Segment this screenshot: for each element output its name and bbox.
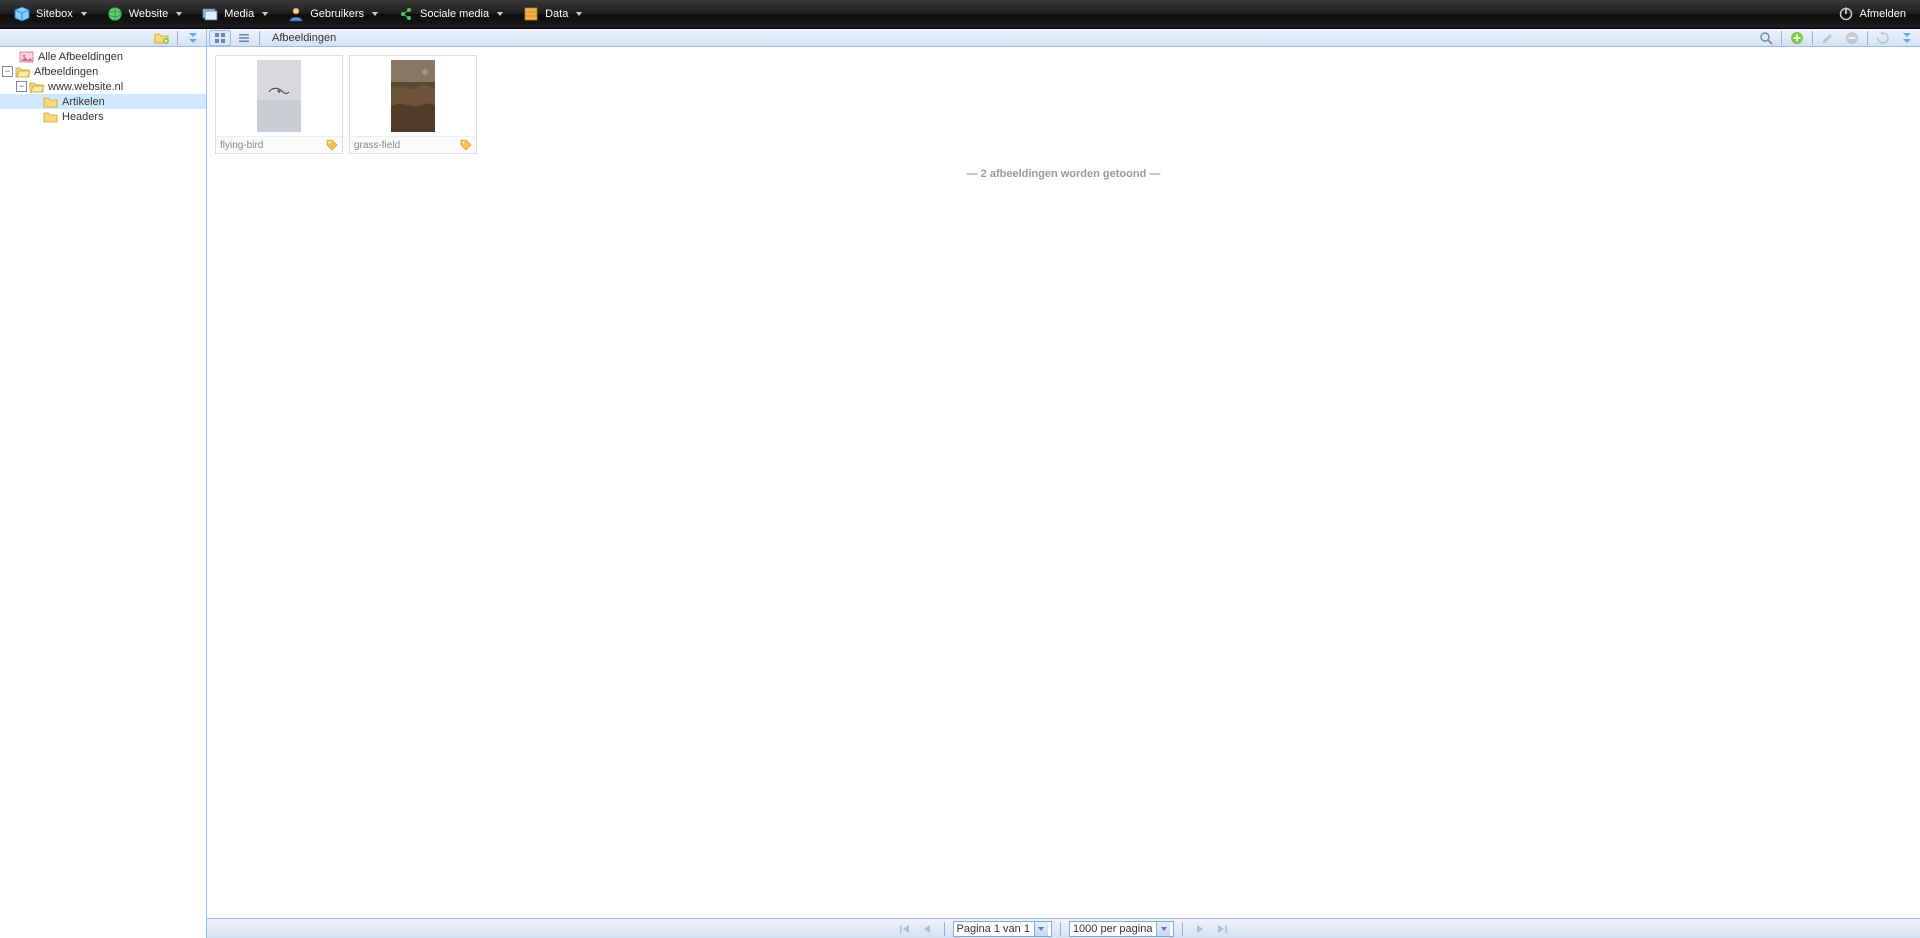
page-text: Pagina 1 van 1: [957, 923, 1030, 935]
folder-open-icon: [29, 80, 45, 94]
toolbar-separator: [1812, 31, 1813, 45]
tree-item-headers[interactable]: Headers: [0, 109, 206, 124]
menu-label: Website: [129, 8, 169, 20]
sidebar-toolbar: [0, 29, 206, 47]
next-page-button[interactable]: [1191, 921, 1209, 937]
thumbnail-image: [391, 60, 435, 132]
tree-item-afbeeldingen[interactable]: − Afbeeldingen: [0, 64, 206, 79]
gallery: flying-bird: [207, 47, 1920, 918]
menu-website[interactable]: Website: [97, 0, 193, 28]
last-page-button[interactable]: [1213, 921, 1231, 937]
menu-data[interactable]: Data: [513, 0, 592, 28]
edit-button[interactable]: [1817, 30, 1839, 46]
tree-item-website[interactable]: − www.website.nl: [0, 79, 206, 94]
per-page-select[interactable]: 1000 per pagina: [1069, 921, 1175, 937]
menu-label: Sitebox: [36, 8, 73, 20]
collapse-toggle[interactable]: −: [2, 66, 13, 77]
first-page-button[interactable]: [896, 921, 914, 937]
tag-icon: [460, 139, 472, 151]
folder-icon: [43, 110, 59, 124]
page-select[interactable]: Pagina 1 van 1: [953, 921, 1052, 937]
top-menubar: Sitebox Website Media Gebruikers Sociale…: [0, 0, 1920, 29]
dropdown-icon: [1156, 922, 1170, 936]
image-card[interactable]: flying-bird: [215, 55, 343, 154]
status-text: — 2 afbeeldingen worden getoond —: [215, 168, 1912, 180]
breadcrumb: Afbeeldingen: [264, 32, 1753, 44]
menu-label: Sociale media: [420, 8, 489, 20]
sidebar: Alle Afbeeldingen − Afbeeldingen − www.w…: [0, 29, 207, 938]
view-list-button[interactable]: [233, 30, 255, 46]
collapse-toggle[interactable]: −: [16, 81, 27, 92]
images-icon: [19, 50, 35, 64]
menu-media[interactable]: Media: [192, 0, 278, 28]
add-button[interactable]: [1786, 30, 1808, 46]
chevron-down-icon: [176, 12, 182, 16]
menu-sociale-media[interactable]: Sociale media: [388, 0, 513, 28]
folder-icon: [43, 95, 59, 109]
thumbnail-image: [257, 60, 301, 132]
expand-button[interactable]: [1896, 30, 1918, 46]
add-folder-button[interactable]: [151, 30, 173, 46]
tree-label: Headers: [62, 111, 104, 123]
tree-label: Artikelen: [62, 96, 105, 108]
per-page-text: 1000 per pagina: [1073, 923, 1153, 935]
tree-label: Alle Afbeeldingen: [38, 51, 123, 63]
logout-button[interactable]: Afmelden: [1828, 0, 1916, 28]
globe-icon: [107, 6, 123, 22]
refresh-button[interactable]: [1872, 30, 1894, 46]
tree-item-artikelen[interactable]: Artikelen: [0, 94, 206, 109]
social-icon: [398, 6, 414, 22]
tag-icon: [326, 139, 338, 151]
logout-label: Afmelden: [1860, 8, 1906, 20]
search-button[interactable]: [1755, 30, 1777, 46]
menu-sitebox[interactable]: Sitebox: [4, 0, 97, 28]
dropdown-icon: [1034, 922, 1048, 936]
image-label: grass-field: [354, 140, 400, 151]
toolbar-separator: [1867, 31, 1868, 45]
data-icon: [523, 6, 539, 22]
main-area: Alle Afbeeldingen − Afbeeldingen − www.w…: [0, 29, 1920, 938]
folder-tree: Alle Afbeeldingen − Afbeeldingen − www.w…: [0, 47, 206, 938]
chevron-down-icon: [81, 12, 87, 16]
view-grid-button[interactable]: [209, 30, 231, 46]
power-icon: [1838, 6, 1854, 22]
user-icon: [288, 6, 304, 22]
chevron-down-icon: [372, 12, 378, 16]
delete-button[interactable]: [1841, 30, 1863, 46]
content-area: Afbeeldingen: [207, 29, 1920, 938]
collapse-button[interactable]: [182, 30, 204, 46]
pager: Pagina 1 van 1 1000 per pagina: [207, 918, 1920, 938]
image-card[interactable]: grass-field: [349, 55, 477, 154]
media-icon: [202, 6, 218, 22]
menu-gebruikers[interactable]: Gebruikers: [278, 0, 388, 28]
menu-label: Media: [224, 8, 254, 20]
toolbar-separator: [1781, 31, 1782, 45]
folder-open-icon: [15, 65, 31, 79]
menu-label: Gebruikers: [310, 8, 364, 20]
tree-label: Afbeeldingen: [34, 66, 98, 78]
image-label: flying-bird: [220, 140, 263, 151]
toolbar-separator: [1182, 922, 1183, 936]
toolbar-separator: [944, 922, 945, 936]
chevron-down-icon: [262, 12, 268, 16]
chevron-down-icon: [576, 12, 582, 16]
toolbar-separator: [177, 31, 178, 45]
prev-page-button[interactable]: [918, 921, 936, 937]
toolbar-separator: [259, 31, 260, 45]
menu-label: Data: [545, 8, 568, 20]
toolbar-separator: [1060, 922, 1061, 936]
content-toolbar: Afbeeldingen: [207, 29, 1920, 47]
tree-label: www.website.nl: [48, 81, 123, 93]
tree-item-all-images[interactable]: Alle Afbeeldingen: [0, 49, 206, 64]
chevron-down-icon: [497, 12, 503, 16]
cube-icon: [14, 6, 30, 22]
